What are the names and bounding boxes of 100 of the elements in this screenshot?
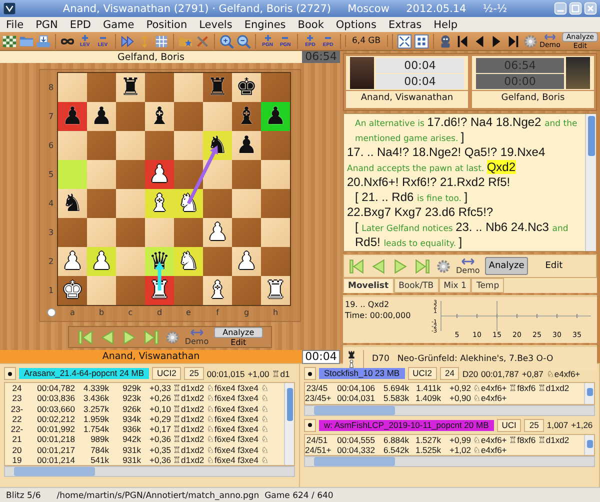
table-cell-text: +0,99	[448, 434, 471, 445]
board-square[interactable]	[203, 160, 232, 189]
board-square[interactable]	[87, 73, 116, 102]
board-square[interactable]	[232, 218, 261, 247]
first-move-button[interactable]	[76, 328, 94, 346]
menu-item[interactable]: Extras	[388, 18, 422, 30]
board-square[interactable]	[261, 160, 290, 189]
menu-item[interactable]: Levels	[199, 18, 232, 30]
menu-item[interactable]: Engines	[244, 18, 286, 30]
board-square[interactable]	[87, 160, 116, 189]
fullscreen-icon[interactable]	[396, 34, 412, 48]
menu-item[interactable]: Help	[434, 18, 458, 30]
tab[interactable]: Movelist	[343, 278, 394, 293]
next-move-button[interactable]	[120, 328, 138, 346]
board-square[interactable]	[87, 276, 116, 305]
board-square[interactable]	[232, 189, 261, 218]
zoom-out-icon[interactable]	[236, 34, 251, 48]
board-square[interactable]	[174, 160, 203, 189]
move-text: 20.Nxf6+! Rxf6!? 21.Rxd2 Rf5!	[347, 175, 512, 190]
menu-item[interactable]: File	[6, 18, 24, 30]
board-square[interactable]	[174, 131, 203, 160]
vertical-scrollbar[interactable]	[284, 383, 294, 466]
board-square[interactable]	[174, 102, 203, 131]
edit-button[interactable]: Edit	[533, 261, 575, 271]
close-icon[interactable]	[584, 2, 597, 15]
tab[interactable]: Book/TB	[394, 278, 439, 293]
board-square[interactable]	[261, 247, 290, 276]
gear-icon[interactable]	[164, 330, 180, 344]
board-square[interactable]	[58, 218, 87, 247]
board-square[interactable]	[145, 131, 174, 160]
board-square[interactable]	[174, 276, 203, 305]
horizontal-scrollbar[interactable]	[4, 466, 295, 478]
table-cell-text: +0,36	[148, 455, 171, 466]
board-square[interactable]	[116, 276, 145, 305]
tools-icon[interactable]	[194, 34, 210, 48]
table-cell-text: 6.542k	[382, 444, 409, 456]
analyze-button[interactable]: Analyze	[214, 327, 264, 338]
board-square[interactable]	[203, 247, 232, 276]
player-clock: 06:54	[476, 58, 564, 72]
zoom-in-icon[interactable]	[218, 34, 234, 48]
vertical-scrollbar[interactable]	[585, 114, 596, 251]
analyze-button[interactable]: Analyze	[484, 257, 528, 275]
save-icon[interactable]	[36, 34, 51, 48]
board-square[interactable]	[261, 218, 290, 247]
board-square[interactable]	[174, 218, 203, 247]
gear-icon[interactable]	[436, 258, 451, 274]
grid-icon[interactable]	[154, 34, 169, 48]
double-arrow-icon	[542, 33, 557, 41]
board-square[interactable]	[261, 73, 290, 102]
tab[interactable]: Temp	[471, 278, 504, 293]
board-square[interactable]	[116, 189, 145, 218]
chessboard-icon[interactable]	[2, 34, 17, 48]
board-square[interactable]	[58, 73, 87, 102]
board-square[interactable]	[232, 160, 261, 189]
rank-label: 8	[48, 83, 54, 92]
vertical-scrollbar[interactable]	[584, 383, 594, 404]
next-move-button[interactable]	[392, 258, 409, 274]
first-move-button[interactable]	[348, 258, 365, 274]
move-text: 17. .. Na4!? 18.Nge2! Qa5!? 19.Nxe4	[347, 145, 546, 160]
board-square[interactable]	[116, 218, 145, 247]
board-square[interactable]	[232, 276, 261, 305]
grid-squares-icon[interactable]	[414, 34, 429, 48]
previous-move-button[interactable]	[370, 258, 387, 274]
double-arrow-icon	[460, 257, 476, 266]
board-square[interactable]	[174, 73, 203, 102]
last-move-button[interactable]	[142, 328, 160, 346]
menu-item[interactable]: Book	[298, 18, 324, 30]
menu-item[interactable]: Options	[336, 18, 376, 30]
board-square[interactable]	[116, 160, 145, 189]
menu-item[interactable]: EPD	[70, 18, 91, 30]
board-square[interactable]	[203, 189, 232, 218]
board-square[interactable]	[145, 73, 174, 102]
engine-info: 00:01,015	[206, 368, 245, 378]
minimize-icon[interactable]	[554, 2, 567, 15]
previous-move-button[interactable]	[98, 328, 116, 346]
player-clock: 00:04	[376, 58, 464, 72]
board-square[interactable]	[203, 102, 232, 131]
last-move-button[interactable]	[414, 258, 431, 274]
demo-button[interactable]: Demo	[184, 328, 209, 346]
menu-item[interactable]: Position	[146, 18, 188, 30]
board-square[interactable]	[261, 131, 290, 160]
horizontal-scrollbar[interactable]	[304, 404, 595, 416]
board-square[interactable]	[145, 218, 174, 247]
board-square[interactable]	[87, 131, 116, 160]
board-square[interactable]	[116, 102, 145, 131]
edit-button[interactable]: Edit	[230, 338, 246, 347]
menu-item[interactable]: Game	[102, 18, 134, 30]
board-square[interactable]	[116, 247, 145, 276]
demo-button[interactable]: Demo	[456, 257, 480, 275]
board-square[interactable]	[261, 189, 290, 218]
board-square[interactable]	[116, 131, 145, 160]
tab[interactable]: Mix 1	[438, 278, 472, 293]
menu-item[interactable]: PGN	[36, 18, 58, 30]
board-square[interactable]	[58, 131, 87, 160]
table-cell-text: ♘e4xf6+	[473, 444, 508, 456]
board-square[interactable]	[87, 218, 116, 247]
horizontal-scrollbar[interactable]	[304, 456, 595, 468]
vertical-scrollbar[interactable]	[584, 434, 594, 456]
board-square[interactable]	[87, 189, 116, 218]
maximize-icon[interactable]	[569, 2, 582, 15]
